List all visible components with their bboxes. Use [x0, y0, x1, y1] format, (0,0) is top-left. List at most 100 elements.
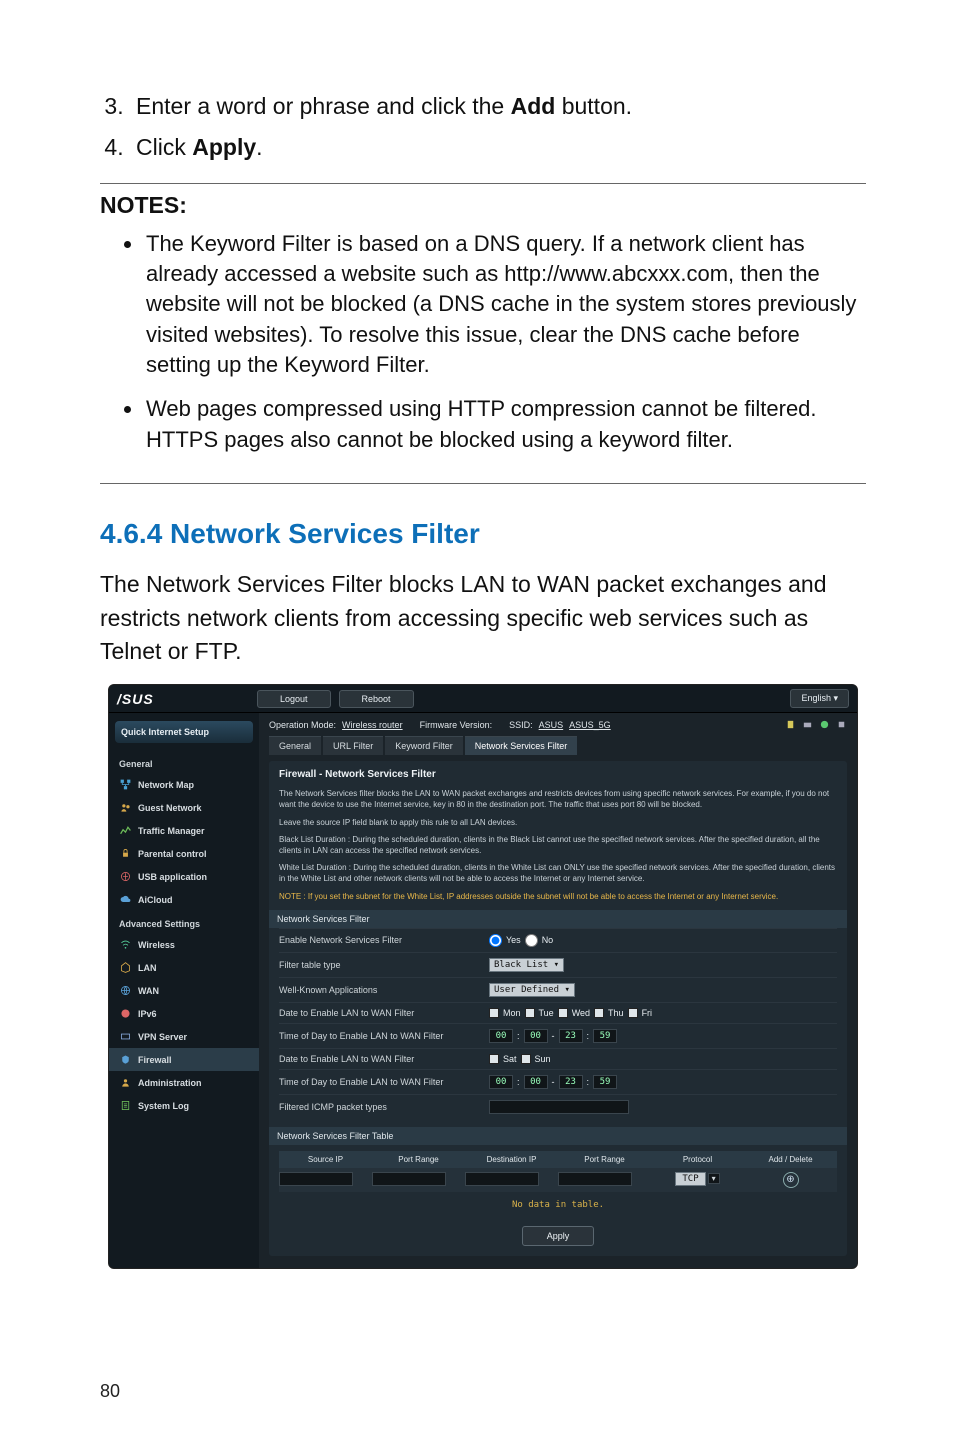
dest-ip-input[interactable]	[465, 1172, 539, 1186]
ssid-value[interactable]: ASUS	[539, 720, 564, 730]
sidebar-item-parental-control[interactable]: Parental control	[109, 842, 259, 865]
row-date1: Date to Enable LAN to WAN Filter Mon Tue…	[279, 1002, 837, 1023]
time-input[interactable]: 23	[559, 1029, 583, 1043]
filter-type-select[interactable]: Black List ▾	[489, 958, 564, 972]
ipv6-icon	[119, 1007, 132, 1020]
protocol-select[interactable]: TCP	[675, 1172, 705, 1186]
subhead-table: Network Services Filter Table	[269, 1127, 847, 1145]
wellknown-select[interactable]: User Defined ▾	[489, 983, 575, 997]
section-body: The Network Services Filter blocks LAN t…	[100, 568, 866, 668]
ssid-value-5g[interactable]: ASUS_5G	[569, 720, 611, 730]
sidebar-item-wan[interactable]: WAN	[109, 979, 259, 1002]
guest-network-icon	[119, 801, 132, 814]
notes-title: NOTES:	[100, 192, 866, 219]
row-date2: Date to Enable LAN to WAN Filter Sat Sun	[279, 1048, 837, 1069]
tab-general[interactable]: General	[269, 736, 321, 755]
router-screenshot: /SUS Logout Reboot English ▾ Quick Inter…	[108, 684, 858, 1269]
language-select[interactable]: English ▾	[790, 689, 849, 708]
instruction-step-3: Enter a word or phrase and click the Add…	[130, 90, 866, 123]
protocol-dropdown-icon[interactable]: ▾	[708, 1173, 720, 1184]
page-number: 80	[100, 1381, 120, 1402]
panel-title: Firewall - Network Services Filter	[279, 769, 837, 780]
sidebar-item-guest-network[interactable]: Guest Network	[109, 796, 259, 819]
add-row-button[interactable]: ⊕	[783, 1172, 799, 1188]
tab-network-services-filter[interactable]: Network Services Filter	[465, 736, 578, 755]
firewall-tabs: General URL Filter Keyword Filter Networ…	[269, 736, 847, 755]
sidebar-item-firewall[interactable]: Firewall	[109, 1048, 259, 1071]
asus-logo: /SUS	[117, 691, 257, 707]
note-item: The Keyword Filter is based on a DNS que…	[144, 229, 866, 381]
icmp-input[interactable]	[489, 1100, 629, 1114]
sidebar-item-aicloud[interactable]: AiCloud	[109, 888, 259, 911]
instruction-step-4: Click Apply.	[130, 131, 866, 164]
day-checkbox[interactable]	[521, 1054, 531, 1064]
sidebar-item-traffic-manager[interactable]: Traffic Manager	[109, 819, 259, 842]
day-checkbox[interactable]	[489, 1008, 499, 1018]
notes-list: The Keyword Filter is based on a DNS que…	[144, 229, 866, 456]
sidebar-item-administration[interactable]: Administration	[109, 1071, 259, 1094]
day-checkbox[interactable]	[525, 1008, 535, 1018]
wireless-icon	[119, 938, 132, 951]
tab-url-filter[interactable]: URL Filter	[323, 736, 383, 755]
status-icons	[785, 719, 847, 730]
reboot-button[interactable]: Reboot	[339, 690, 414, 708]
subhead-filter: Network Services Filter	[269, 910, 847, 928]
panel-desc: White List Duration : During the schedul…	[279, 862, 837, 884]
router-sidebar: Quick Internet Setup General Network Map…	[109, 713, 259, 1268]
firewall-icon	[119, 1053, 132, 1066]
row-time2: Time of Day to Enable LAN to WAN Filter …	[279, 1069, 837, 1094]
day-checkbox[interactable]	[489, 1054, 499, 1064]
usb-status-icon	[785, 719, 796, 730]
note-item: Web pages compressed using HTTP compress…	[144, 394, 866, 455]
day-checkbox[interactable]	[594, 1008, 604, 1018]
vpn-server-icon	[119, 1030, 132, 1043]
system-log-icon	[119, 1099, 132, 1112]
panel-note: NOTE : If you set the subnet for the Whi…	[279, 891, 837, 902]
time-input[interactable]: 59	[593, 1029, 617, 1043]
panel-desc: Black List Duration : During the schedul…	[279, 834, 837, 856]
row-icmp: Filtered ICMP packet types	[279, 1094, 837, 1119]
day-checkbox[interactable]	[558, 1008, 568, 1018]
port-range-input[interactable]	[372, 1172, 446, 1186]
notes-box: NOTES: The Keyword Filter is based on a …	[100, 183, 866, 485]
sidebar-item-network-map[interactable]: Network Map	[109, 773, 259, 796]
source-ip-input[interactable]	[279, 1172, 353, 1186]
time-input[interactable]: 00	[524, 1029, 548, 1043]
op-mode-value[interactable]: Wireless router	[342, 720, 403, 730]
row-filter-type: Filter table type Black List ▾	[279, 952, 837, 977]
sidebar-item-wireless[interactable]: Wireless	[109, 933, 259, 956]
internet-status-icon	[819, 719, 830, 730]
sidebar-item-ipv6[interactable]: IPv6	[109, 1002, 259, 1025]
filter-table-head: Source IP Port Range Destination IP Port…	[279, 1151, 837, 1168]
time-input[interactable]: 59	[593, 1075, 617, 1089]
logout-button[interactable]: Logout	[257, 690, 331, 708]
client-status-icon	[836, 719, 847, 730]
port-range-input[interactable]	[558, 1172, 632, 1186]
time-input[interactable]: 00	[489, 1029, 513, 1043]
quick-internet-setup[interactable]: Quick Internet Setup	[115, 721, 253, 743]
no-data-message: No data in table.	[279, 1192, 837, 1218]
aicloud-icon	[119, 893, 132, 906]
parental-control-icon	[119, 847, 132, 860]
router-topbar: /SUS Logout Reboot English ▾	[109, 685, 857, 713]
time-input[interactable]: 00	[524, 1075, 548, 1089]
tab-keyword-filter[interactable]: Keyword Filter	[385, 736, 463, 755]
operation-line: Operation Mode: Wireless router Firmware…	[269, 719, 847, 736]
printer-status-icon	[802, 719, 813, 730]
apply-button[interactable]: Apply	[522, 1226, 595, 1246]
lan-icon	[119, 961, 132, 974]
enable-no-radio[interactable]	[525, 934, 538, 947]
panel-desc: Leave the source IP field blank to apply…	[279, 817, 837, 828]
sidebar-item-system-log[interactable]: System Log	[109, 1094, 259, 1117]
wan-icon	[119, 984, 132, 997]
administration-icon	[119, 1076, 132, 1089]
sidebar-item-lan[interactable]: LAN	[109, 956, 259, 979]
filter-table-row: TCP▾ ⊕	[279, 1168, 837, 1192]
time-input[interactable]: 00	[489, 1075, 513, 1089]
sidebar-item-usb-application[interactable]: USB application	[109, 865, 259, 888]
day-checkbox[interactable]	[628, 1008, 638, 1018]
time-input[interactable]: 23	[559, 1075, 583, 1089]
panel-desc: The Network Services filter blocks the L…	[279, 788, 837, 810]
enable-yes-radio[interactable]	[489, 934, 502, 947]
sidebar-item-vpn-server[interactable]: VPN Server	[109, 1025, 259, 1048]
